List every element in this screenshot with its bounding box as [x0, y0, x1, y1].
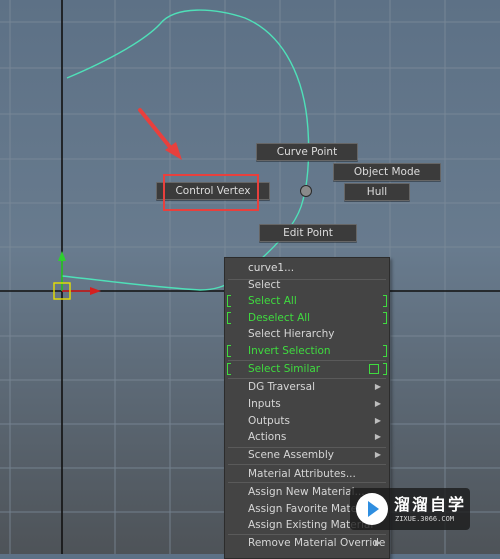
- menu-item-label: Assign New Material...: [248, 486, 365, 498]
- menu-item-select-hierarchy[interactable]: Select Hierarchy: [225, 326, 389, 342]
- chevron-right-icon: ▶: [374, 538, 381, 547]
- menu-item-label: Outputs: [248, 415, 290, 427]
- menu-item-remove-material-override[interactable]: Remove Material Override ▶: [225, 535, 389, 551]
- menu-item-label: DG Traversal: [248, 381, 315, 393]
- chevron-right-icon: ▶: [374, 450, 381, 459]
- menu-item-scene-assembly[interactable]: Scene Assembly ▶: [225, 447, 389, 463]
- chevron-right-icon: ▶: [374, 382, 381, 391]
- chevron-right-icon: ▶: [374, 432, 381, 441]
- menu-item-label: Actions: [248, 431, 287, 443]
- menu-item-label: Select Similar: [248, 363, 321, 375]
- marking-menu-edit-point[interactable]: Edit Point: [259, 224, 357, 242]
- menu-item-label: Invert Selection: [248, 345, 331, 357]
- option-bracket-left-icon: [227, 363, 231, 375]
- chevron-right-icon: ▶: [374, 416, 381, 425]
- option-box-icon[interactable]: [369, 364, 379, 374]
- menu-item-label: Select All: [248, 295, 297, 307]
- play-logo-icon: [356, 493, 388, 525]
- marking-menu-object-mode[interactable]: Object Mode: [333, 163, 441, 181]
- option-bracket-right-icon: [383, 345, 387, 357]
- menu-item-select-all[interactable]: Select All: [225, 293, 389, 309]
- menu-item-label: Select Hierarchy: [248, 328, 335, 340]
- marking-menu-curve-point[interactable]: Curve Point: [256, 143, 358, 161]
- context-menu-header: curve1...: [225, 260, 389, 276]
- marking-menu-center-icon: [300, 185, 312, 197]
- menu-item-material-attributes[interactable]: Material Attributes...: [225, 466, 389, 482]
- menu-item-deselect-all[interactable]: Deselect All: [225, 310, 389, 326]
- menu-item-label: Inputs: [248, 398, 281, 410]
- menu-item-label: Material Attributes...: [248, 468, 356, 480]
- option-bracket-left-icon: [227, 345, 231, 357]
- menu-item-label: Deselect All: [248, 312, 311, 324]
- option-bracket-right-icon: [383, 295, 387, 307]
- option-bracket-left-icon: [227, 295, 231, 307]
- option-bracket-left-icon: [227, 312, 231, 324]
- watermark: 溜溜自学 ZIXUE.3066.COM: [350, 488, 470, 530]
- chevron-right-icon: ▶: [374, 399, 381, 408]
- menu-item-invert-selection[interactable]: Invert Selection: [225, 343, 389, 359]
- menu-item-label: Remove Material Override: [248, 537, 386, 549]
- option-bracket-right-icon: [383, 312, 387, 324]
- option-bracket-right-icon: [383, 363, 387, 375]
- menu-separator: [228, 464, 386, 465]
- menu-item-select[interactable]: Select: [225, 277, 389, 293]
- menu-item-inputs[interactable]: Inputs ▶: [225, 396, 389, 412]
- menu-item-dg-traversal[interactable]: DG Traversal ▶: [225, 379, 389, 395]
- menu-item-actions[interactable]: Actions ▶: [225, 429, 389, 445]
- marking-menu-hull[interactable]: Hull: [344, 183, 410, 201]
- menu-item-outputs[interactable]: Outputs ▶: [225, 413, 389, 429]
- watermark-subtitle: ZIXUE.3066.COM: [395, 515, 455, 523]
- menu-item-label: Scene Assembly: [248, 449, 334, 461]
- watermark-title: 溜溜自学: [394, 495, 467, 514]
- menu-item-label: Select: [248, 279, 281, 291]
- menu-separator: [228, 482, 386, 483]
- annotation-arrow-icon: [138, 108, 182, 160]
- annotation-highlight-box: [163, 174, 259, 211]
- menu-item-select-similar[interactable]: Select Similar: [225, 361, 389, 377]
- context-menu-header-label: curve1...: [248, 262, 295, 274]
